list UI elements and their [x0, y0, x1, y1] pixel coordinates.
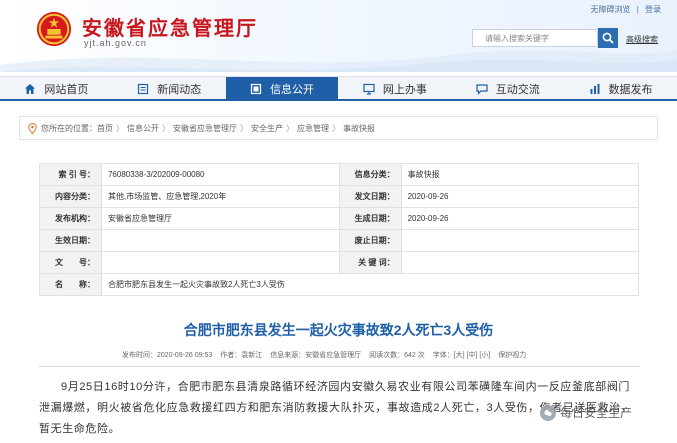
index-number-value: 76080338-3/202009-00080 — [100, 163, 340, 186]
name-value: 合肥市肥东县发生一起火灾事故致2人死亡3人受伤 — [100, 273, 640, 296]
abolish-date-label: 废止日期： — [338, 229, 402, 252]
monitor-icon — [363, 83, 375, 95]
table-row: 名 称： 合肥市肥东县发生一起火灾事故致2人死亡3人受伤 — [39, 273, 640, 296]
category-label: 信息分类： — [338, 163, 402, 186]
publish-time: 发布时间：2020-09-26 09:53 — [122, 352, 213, 359]
breadcrumb: 您所在的位置： 首页 〉 信息公开 〉 安徽省应急管理厅 〉 安全生产 〉 应急… — [19, 116, 658, 140]
breadcrumb-item-emergency[interactable]: 应急管理 — [297, 123, 329, 134]
breadcrumb-separator: 〉 — [240, 123, 248, 133]
generated-date-value: 2020-09-26 — [400, 207, 640, 230]
generated-date-label: 生成日期： — [338, 207, 402, 230]
document-info-table: 索 引 号： 76080338-3/202009-00080 信息分类： 事故快… — [39, 163, 640, 296]
content-category-value: 其他,市场监管、应急管理,2020年 — [100, 185, 340, 208]
effective-date-value — [100, 229, 340, 252]
info-icon — [250, 83, 262, 94]
view-count: 阅读次数：642 次 — [369, 352, 425, 359]
home-icon — [25, 83, 36, 94]
table-row: 生效日期： 废止日期： — [39, 229, 640, 252]
search-icon — [602, 32, 614, 44]
site-name[interactable]: 安徽省应急管理厅 — [82, 12, 258, 41]
main-nav: 网站首页 新闻动态 信息公开 网上办事 互动交流 数据发布 — [0, 76, 677, 101]
nav-item-home[interactable]: 网站首页 — [0, 77, 113, 100]
font-size-controls[interactable]: 字体：[大] [中] [小] — [433, 352, 491, 359]
eye-protection-toggle[interactable]: 保护视力 — [498, 352, 526, 359]
chart-icon — [590, 83, 600, 94]
nav-item-interaction[interactable]: 互动交流 — [451, 77, 564, 100]
breadcrumb-item-department[interactable]: 安徽省应急管理厅 — [173, 123, 237, 134]
breadcrumb-prefix: 您所在的位置： — [41, 123, 97, 133]
breadcrumb-item-accident-report[interactable]: 事故快报 — [343, 123, 375, 134]
breadcrumb-separator: 〉 — [162, 123, 170, 133]
index-number-label: 索 引 号： — [39, 163, 102, 186]
table-row: 发布机构： 安徽省应急管理厅 生成日期： 2020-09-26 — [39, 207, 640, 230]
search-input[interactable]: 请输入搜索关键字 — [472, 29, 598, 47]
breadcrumb-item-home[interactable]: 首页 — [97, 123, 113, 134]
issue-date-value: 2020-09-26 — [400, 185, 640, 208]
wechat-watermark: 每日安全生产 — [540, 404, 632, 421]
content-divider — [39, 366, 639, 367]
location-pin-icon — [28, 122, 37, 134]
watermark-text: 每日安全生产 — [560, 406, 633, 420]
document-number-value — [100, 251, 340, 274]
abolish-date-value — [400, 229, 640, 252]
nav-item-online-service[interactable]: 网上办事 — [338, 77, 451, 100]
article-meta: 发布时间：2020-09-26 09:53 作者：袁新江 信息来源：安徽省应急管… — [122, 350, 532, 360]
search-button[interactable] — [598, 28, 618, 48]
name-label: 名 称： — [39, 273, 102, 296]
nav-item-data-release[interactable]: 数据发布 — [564, 77, 677, 100]
advanced-search-link[interactable]: 高级搜索 — [626, 34, 658, 45]
content-category-label: 内容分类： — [39, 185, 102, 208]
author: 作者：袁新江 — [220, 352, 263, 359]
site-header: 安徽省应急管理厅 yjt.ah.gov.cn 无障碍浏览 | 登录 请输入搜索关… — [0, 0, 677, 72]
nav-item-news[interactable]: 新闻动态 — [113, 77, 226, 100]
nav-item-label: 互动交流 — [495, 83, 540, 96]
nav-item-label: 数据发布 — [608, 83, 653, 96]
site-domain: yjt.ah.gov.cn — [84, 38, 147, 48]
top-links-separator: | — [636, 5, 639, 14]
table-row: 文 号： 关 键 词： — [39, 251, 640, 274]
document-number-label: 文 号： — [39, 251, 102, 274]
breadcrumb-separator: 〉 — [116, 123, 124, 133]
chat-icon — [476, 83, 488, 95]
table-row: 索 引 号： 76080338-3/202009-00080 信息分类： 事故快… — [39, 163, 640, 186]
nav-item-label: 信息公开 — [270, 83, 315, 96]
article-title: 合肥市肥东县发生一起火灾事故致2人死亡3人受伤 — [183, 322, 494, 338]
breadcrumb-item-safety[interactable]: 安全生产 — [251, 123, 283, 134]
accessibility-link[interactable]: 无障碍浏览 — [590, 5, 630, 14]
breadcrumb-item-info[interactable]: 信息公开 — [127, 123, 159, 134]
breadcrumb-separator: 〉 — [286, 123, 294, 133]
national-emblem-icon — [36, 11, 72, 47]
nav-item-label: 网上办事 — [382, 83, 427, 96]
news-icon — [138, 83, 149, 94]
issue-date-label: 发文日期： — [338, 185, 402, 208]
breadcrumb-separator: 〉 — [332, 123, 340, 133]
nav-item-label: 网站首页 — [44, 83, 89, 96]
wechat-icon — [540, 404, 556, 421]
nav-item-label: 新闻动态 — [157, 83, 202, 96]
keywords-label: 关 键 词： — [338, 251, 402, 274]
source: 信息来源：安徽省应急管理厅 — [270, 352, 362, 359]
publisher-label: 发布机构： — [39, 207, 102, 230]
effective-date-label: 生效日期： — [39, 229, 102, 252]
table-row: 内容分类： 其他,市场监管、应急管理,2020年 发文日期： 2020-09-2… — [39, 185, 640, 208]
category-value: 事故快报 — [400, 163, 640, 186]
nav-item-info-disclosure[interactable]: 信息公开 — [225, 77, 339, 100]
top-links: 无障碍浏览 | 登录 — [586, 4, 661, 15]
login-link[interactable]: 登录 — [645, 5, 661, 14]
publisher-value: 安徽省应急管理厅 — [100, 207, 340, 230]
keywords-value — [400, 251, 640, 274]
